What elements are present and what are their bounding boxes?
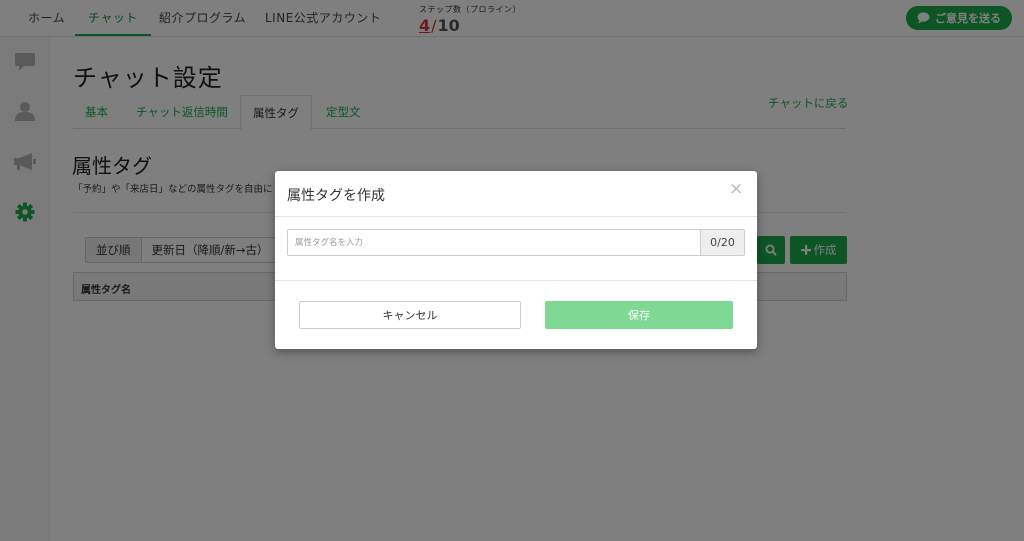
save-button[interactable]: 保存 — [545, 301, 733, 329]
tag-name-input[interactable] — [287, 229, 701, 256]
cancel-button[interactable]: キャンセル — [299, 301, 521, 329]
character-counter: 0/20 — [700, 229, 745, 256]
close-icon[interactable]: × — [729, 181, 743, 198]
modal-title: 属性タグを作成 — [287, 188, 385, 204]
modal-divider — [275, 280, 757, 281]
create-tag-modal: 属性タグを作成 × 0/20 キャンセル 保存 — [275, 171, 757, 349]
modal-header: 属性タグを作成 × — [275, 171, 757, 217]
